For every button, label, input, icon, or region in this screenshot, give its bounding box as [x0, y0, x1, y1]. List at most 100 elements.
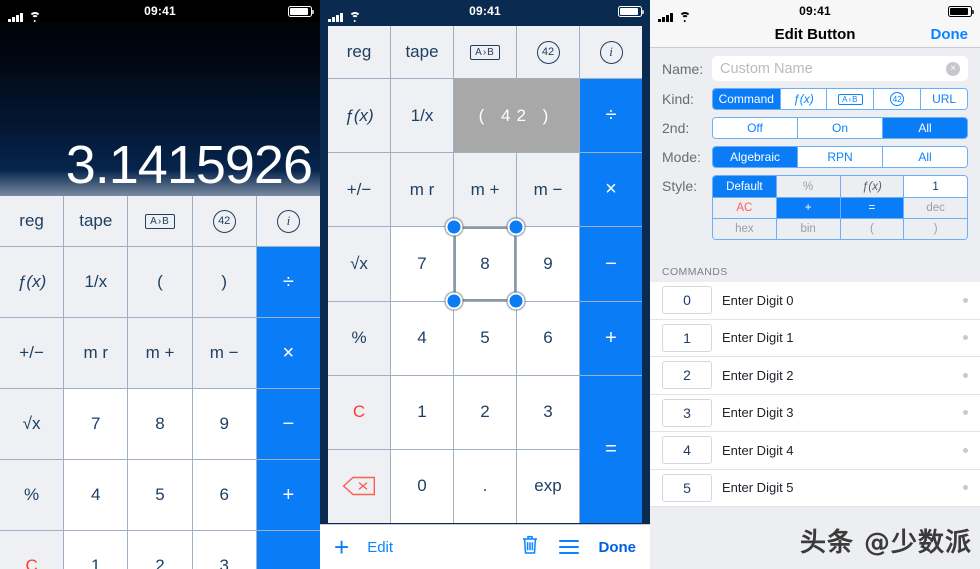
- list-item[interactable]: 2 Enter Digit 2: [650, 357, 980, 395]
- key-[interactable]: =: [580, 375, 642, 523]
- key-[interactable]: ): [192, 247, 256, 317]
- key-m-r[interactable]: m r: [391, 153, 453, 227]
- key-3[interactable]: 3: [517, 375, 579, 449]
- key-[interactable]: .: [454, 449, 516, 523]
- key-1[interactable]: 1: [64, 531, 128, 569]
- nav-done-button[interactable]: Done: [931, 26, 980, 43]
- key-8[interactable]: 8: [454, 227, 516, 301]
- second-option-on[interactable]: On: [797, 118, 882, 138]
- reorder-dot-icon[interactable]: [963, 335, 968, 341]
- key-[interactable]: ×: [256, 318, 320, 388]
- reorder-dot-icon[interactable]: [963, 297, 968, 303]
- key-m[interactable]: m −: [192, 318, 256, 388]
- key-c[interactable]: C: [328, 375, 390, 449]
- edit-button[interactable]: Edit: [367, 539, 393, 556]
- style-option-[interactable]: =: [839, 198, 904, 218]
- kind-option-42[interactable]: 42: [873, 89, 921, 109]
- commands-list[interactable]: 0 Enter Digit 0 1 Enter Digit 1 2 Enter Digit…: [650, 282, 980, 507]
- key-[interactable]: ÷: [580, 79, 642, 153]
- mode-segmented-control[interactable]: Algebraic RPN All: [712, 146, 968, 168]
- key-a-b[interactable]: A›B: [128, 196, 192, 246]
- keypad-panel-2[interactable]: reg tape A›B 42 i ƒ(x) 1/x( 42 ) ÷ +/− m rm + m − ×…: [328, 26, 642, 523]
- key-0[interactable]: 0: [391, 449, 453, 523]
- key-[interactable]: ×: [580, 153, 642, 227]
- key-delete[interactable]: [328, 449, 390, 523]
- trash-icon[interactable]: [521, 534, 539, 560]
- mode-option-rpn[interactable]: RPN: [797, 147, 882, 167]
- list-item[interactable]: 4 Enter Digit 4: [650, 432, 980, 470]
- key-2[interactable]: 2: [128, 531, 192, 569]
- key-[interactable]: (: [128, 247, 192, 317]
- key-9[interactable]: 9: [192, 389, 256, 459]
- key-[interactable]: −: [256, 389, 320, 459]
- style-grid[interactable]: Default% ƒ(x) 1 AC + = dec hex bin(): [712, 175, 968, 240]
- reorder-dot-icon[interactable]: [963, 372, 968, 378]
- key-8[interactable]: 8: [128, 389, 192, 459]
- key-x[interactable]: ƒ(x): [328, 79, 390, 153]
- key-i[interactable]: i: [580, 26, 642, 79]
- key-[interactable]: +: [580, 301, 642, 375]
- list-item[interactable]: 3 Enter Digit 3: [650, 395, 980, 432]
- key-m[interactable]: m −: [517, 153, 579, 227]
- style-option-dec[interactable]: dec: [903, 198, 967, 218]
- key-x[interactable]: √x: [328, 227, 390, 301]
- style-option-1[interactable]: 1: [903, 176, 967, 197]
- key-x[interactable]: ƒ(x): [0, 247, 64, 317]
- list-item[interactable]: 1 Enter Digit 1: [650, 320, 980, 357]
- style-option-[interactable]: (: [839, 219, 904, 239]
- key-6[interactable]: 6: [192, 460, 256, 530]
- key-6[interactable]: 6: [517, 301, 579, 375]
- key-c[interactable]: C: [0, 531, 64, 569]
- key-3[interactable]: 3: [192, 531, 256, 569]
- done-button[interactable]: Done: [599, 539, 637, 556]
- key-4[interactable]: 4: [391, 301, 453, 375]
- key-tape[interactable]: tape: [391, 26, 453, 79]
- key-[interactable]: +/−: [0, 318, 64, 388]
- key-[interactable]: +: [256, 460, 320, 530]
- key-4[interactable]: 4: [64, 460, 128, 530]
- key-2[interactable]: 2: [454, 375, 516, 449]
- key-42[interactable]: 42: [517, 26, 579, 79]
- kind-option-url[interactable]: URL: [920, 89, 967, 109]
- key-tape[interactable]: tape: [64, 196, 128, 246]
- key-[interactable]: −: [580, 227, 642, 301]
- second-option-all[interactable]: All: [882, 118, 967, 138]
- key-x[interactable]: √x: [0, 389, 64, 459]
- list-item[interactable]: 5 Enter Digit 5: [650, 470, 980, 507]
- key-m[interactable]: m +: [454, 153, 516, 227]
- second-segmented-control[interactable]: Off On All: [712, 117, 968, 139]
- key-[interactable]: =: [256, 531, 320, 569]
- list-icon[interactable]: [558, 540, 579, 554]
- style-option-[interactable]: %: [775, 176, 840, 197]
- reorder-dot-icon[interactable]: [963, 447, 968, 453]
- key-1-x[interactable]: 1/x: [391, 79, 453, 153]
- style-option-hex[interactable]: hex: [713, 219, 776, 239]
- key-1[interactable]: 1: [391, 375, 453, 449]
- key-[interactable]: ÷: [256, 247, 320, 317]
- mode-option-algebraic[interactable]: Algebraic: [713, 147, 797, 167]
- kind-segmented-control[interactable]: Command ƒ(x) A›B 42 URL: [712, 88, 968, 110]
- add-icon[interactable]: +: [334, 534, 349, 560]
- style-option-[interactable]: +: [775, 198, 840, 218]
- mode-option-all[interactable]: All: [882, 147, 967, 167]
- key-[interactable]: %: [328, 301, 390, 375]
- key-m[interactable]: m +: [128, 318, 192, 388]
- kind-option-x[interactable]: ƒ(x): [779, 89, 827, 109]
- reorder-dot-icon[interactable]: [963, 410, 968, 416]
- name-input[interactable]: Custom Name ×: [712, 56, 968, 81]
- key-5[interactable]: 5: [454, 301, 516, 375]
- key-a-b[interactable]: A›B: [454, 26, 516, 79]
- key-reg[interactable]: reg: [328, 26, 390, 79]
- list-item[interactable]: 0 Enter Digit 0: [650, 282, 980, 320]
- key-m-r[interactable]: m r: [64, 318, 128, 388]
- key-1-x[interactable]: 1/x: [64, 247, 128, 317]
- key-9[interactable]: 9: [517, 227, 579, 301]
- key-7[interactable]: 7: [64, 389, 128, 459]
- key-i[interactable]: i: [256, 196, 320, 246]
- key-[interactable]: %: [0, 460, 64, 530]
- kind-option-a-b[interactable]: A›B: [826, 89, 874, 109]
- style-option-ac[interactable]: AC: [713, 198, 776, 218]
- key-reg[interactable]: reg: [0, 196, 64, 246]
- style-option-[interactable]: ): [903, 219, 967, 239]
- kind-option-command[interactable]: Command: [713, 89, 780, 109]
